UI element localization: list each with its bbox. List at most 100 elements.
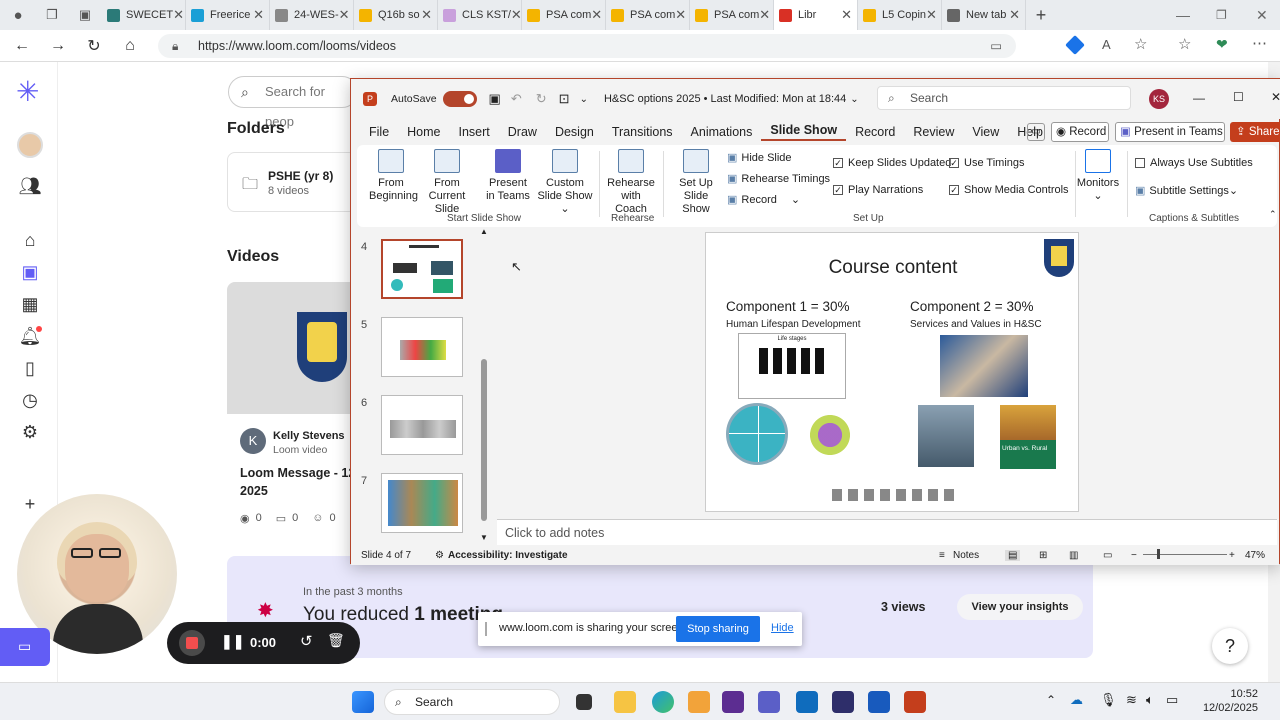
zoom-slider[interactable] xyxy=(1143,549,1227,559)
browser-tab[interactable]: Libr ✕ xyxy=(774,0,858,30)
slide-canvas[interactable]: Course content Component 1 = 30% Human L… xyxy=(705,232,1079,512)
browser-tab[interactable]: New tab ✕ xyxy=(942,0,1026,30)
present-in-teams-button[interactable]: ▣ Present in Teams xyxy=(1115,122,1225,142)
search-input[interactable]: ⌕ Search for peop xyxy=(228,76,358,129)
accessibility-status[interactable]: Accessibility: Investigate xyxy=(448,550,568,561)
stop-recording-button[interactable] xyxy=(179,630,205,656)
video-card[interactable]: K Kelly Stevens Loom video Loom Message … xyxy=(227,282,362,532)
taskbar-search[interactable]: ⌕ Search xyxy=(384,689,560,715)
slideshow-view-icon[interactable]: ▭ xyxy=(1103,550,1112,561)
share-button[interactable]: ⇪ Share xyxy=(1230,122,1280,142)
notes-pane[interactable]: Click to add notes xyxy=(497,519,1277,545)
browser-tab[interactable]: PSA com ✕ xyxy=(606,0,690,30)
home-icon[interactable]: ⌂ xyxy=(112,37,148,55)
ppt-minimize-button[interactable]: — xyxy=(1193,91,1205,105)
collapse-ribbon-icon[interactable]: ⌃ xyxy=(1269,209,1277,220)
ppt-menu-transitions[interactable]: Transitions xyxy=(603,125,682,139)
notifications-icon[interactable]: 🔔︎ xyxy=(18,324,42,348)
ppt-menu-animations[interactable]: Animations xyxy=(682,125,762,139)
ppt-maximize-button[interactable]: ☐ xyxy=(1233,90,1244,104)
browser-tab[interactable]: L5 Copin ✕ xyxy=(858,0,942,30)
teams-icon[interactable] xyxy=(758,691,780,713)
close-tab-icon[interactable]: ✕ xyxy=(841,7,852,23)
video-thumbnail[interactable] xyxy=(227,282,362,414)
help-button[interactable]: ? xyxy=(1212,628,1248,664)
ppt-menu-home[interactable]: Home xyxy=(398,125,449,139)
slide-thumbnail-4[interactable] xyxy=(381,239,463,299)
drag-handle[interactable] xyxy=(485,622,487,636)
undo-icon[interactable]: ↶ xyxy=(511,91,522,107)
browser-tab[interactable]: PSA com ✕ xyxy=(522,0,606,30)
powerpoint-icon[interactable] xyxy=(904,691,926,713)
workspaces-icon[interactable]: ❐ xyxy=(36,7,68,23)
present-icon[interactable]: ⊡ xyxy=(559,91,570,107)
hide-slide-button[interactable]: ▣ Hide Slide xyxy=(727,151,792,165)
read-aloud-icon[interactable]: A xyxy=(1102,37,1111,52)
comments-icon[interactable]: ▭ xyxy=(1027,123,1045,141)
view-insights-button[interactable]: View your insights xyxy=(957,594,1083,620)
always-use-subtitles-checkbox[interactable]: Always Use Subtitles xyxy=(1135,157,1253,169)
home-icon[interactable]: ⌂ xyxy=(18,228,42,252)
subtitle-settings-button[interactable]: ▣ Subtitle Settings ⌄ xyxy=(1135,184,1238,198)
slide-thumbnail-6[interactable] xyxy=(381,395,463,455)
forward-icon[interactable]: → xyxy=(40,37,76,55)
restart-icon[interactable]: ↺ xyxy=(300,632,313,650)
close-tab-icon[interactable]: ✕ xyxy=(591,7,602,23)
calendar-icon[interactable]: ▦ xyxy=(18,292,42,316)
custom-slide-show-button[interactable]: Custom Slide Show ⌄ xyxy=(533,149,597,216)
ppt-menu-slide-show[interactable]: Slide Show xyxy=(761,123,847,141)
wifi-icon[interactable]: ≋ xyxy=(1126,692,1137,708)
ppt-menu-draw[interactable]: Draw xyxy=(499,125,546,139)
taskbar-date[interactable]: 12/02/2025 xyxy=(1190,702,1258,714)
slide-sorter-icon[interactable]: ⊞ xyxy=(1039,550,1047,561)
browser-tab[interactable]: SWECET ✕ xyxy=(102,0,186,30)
browser-essentials-icon[interactable]: ❤ xyxy=(1216,36,1228,53)
close-tab-icon[interactable]: ✕ xyxy=(173,7,184,23)
bookmark-icon[interactable]: ▯ xyxy=(18,356,42,380)
normal-view-icon[interactable]: ▤ xyxy=(1005,549,1021,561)
zoom-in-icon[interactable]: + xyxy=(1229,550,1235,561)
close-tab-icon[interactable]: ✕ xyxy=(759,7,770,23)
task-view-icon[interactable] xyxy=(576,694,592,710)
tab-actions-icon[interactable]: ▣ xyxy=(68,7,102,23)
ppt-menu-record[interactable]: Record xyxy=(846,125,904,139)
browser-tab[interactable]: Q16b so ✕ xyxy=(354,0,438,30)
close-window-button[interactable]: ✕ xyxy=(1256,7,1268,24)
battery-icon[interactable]: ▭ xyxy=(1166,692,1178,708)
rehearse-with-coach-button[interactable]: Rehearse with Coach xyxy=(605,149,657,216)
qat-more-icon[interactable]: ⌄ xyxy=(580,94,588,105)
notes-toggle[interactable]: Notes xyxy=(953,550,979,561)
document-title[interactable]: H&SC options 2025 • Last Modified: Mon a… xyxy=(604,93,846,105)
file-explorer-icon[interactable] xyxy=(614,691,636,713)
store-icon[interactable] xyxy=(688,691,710,713)
sims-app-icon[interactable] xyxy=(832,691,854,713)
new-tab-button[interactable]: + xyxy=(1026,5,1056,26)
avatar[interactable] xyxy=(17,132,43,158)
redo-icon[interactable]: ↻ xyxy=(536,91,547,107)
close-tab-icon[interactable]: ✕ xyxy=(675,7,686,23)
address-bar[interactable]: 🔒︎ https://www.loom.com/looms/videos ▭ xyxy=(158,34,1016,58)
menu-icon[interactable]: ⋯ xyxy=(1252,34,1267,52)
extension-icon[interactable] xyxy=(1065,35,1085,55)
edge-icon[interactable] xyxy=(652,691,674,713)
tray-chevron-icon[interactable]: ⌃ xyxy=(1046,693,1056,707)
profile-icon[interactable]: ● xyxy=(0,7,36,24)
people-icon[interactable]: 👥︎ xyxy=(18,174,42,198)
chevron-down-icon[interactable]: ⌄ xyxy=(850,94,858,105)
ppt-menu-review[interactable]: Review xyxy=(904,125,963,139)
loom-logo-icon[interactable]: ✳ xyxy=(16,78,39,106)
minimize-window-button[interactable]: — xyxy=(1176,7,1190,23)
close-tab-icon[interactable]: ✕ xyxy=(926,7,937,23)
close-tab-icon[interactable]: ✕ xyxy=(1009,7,1020,23)
trash-icon[interactable]: 🗑︎ xyxy=(327,632,345,649)
rehearse-timings-button[interactable]: ▣ Rehearse Timings xyxy=(727,172,830,186)
library-icon[interactable]: ▣ xyxy=(18,260,42,284)
slide-thumbnail-7[interactable] xyxy=(381,473,463,533)
set-up-slide-show-button[interactable]: Set Up Slide Show xyxy=(669,149,723,216)
close-tab-icon[interactable]: ✕ xyxy=(339,7,350,23)
history-icon[interactable]: ◷ xyxy=(18,388,42,412)
close-tab-icon[interactable]: ✕ xyxy=(511,7,521,23)
browser-tab[interactable]: PSA com ✕ xyxy=(690,0,774,30)
camera-toggle-button[interactable]: ▭ xyxy=(0,628,50,666)
use-timings-checkbox[interactable]: ✓ Use Timings xyxy=(949,157,1025,169)
